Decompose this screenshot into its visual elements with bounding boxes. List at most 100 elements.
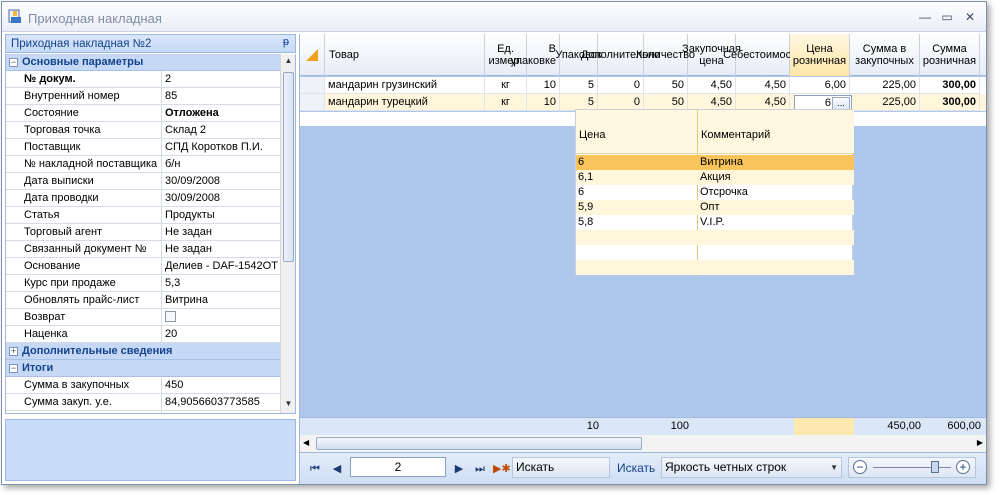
property-row[interactable]: Сумма закуп. у.е. 84,9056603773585: [6, 394, 281, 411]
property-category[interactable]: − Итоги: [6, 360, 281, 377]
column-header[interactable]: Цена розничная: [790, 34, 850, 76]
property-value[interactable]: 5,3: [163, 275, 281, 292]
scroll-left-icon[interactable]: ◀: [303, 438, 309, 447]
property-value[interactable]: СПД Коротков П.И.: [163, 139, 281, 156]
property-row[interactable]: Торговая точка Склад 2: [6, 122, 281, 139]
property-value[interactable]: [163, 309, 281, 326]
property-row[interactable]: Основание Делиев - DAF-1542OT: [6, 258, 281, 275]
property-row[interactable]: Связанный документ № Не задан: [6, 241, 281, 258]
property-value[interactable]: Не задан: [163, 224, 281, 241]
scroll-up-icon[interactable]: ▲: [283, 56, 294, 68]
property-value[interactable]: 2: [163, 71, 281, 88]
table-cell[interactable]: 50: [644, 77, 688, 94]
row-indicator[interactable]: [300, 94, 325, 111]
property-row[interactable]: Дата проводки 30/09/2008: [6, 190, 281, 207]
page-input[interactable]: 2: [350, 457, 446, 477]
table-cell[interactable]: 4,50: [736, 77, 790, 94]
property-value[interactable]: Витрина: [163, 292, 281, 309]
pin-icon[interactable]: ᵽ: [283, 36, 289, 48]
property-category[interactable]: + Дополнительные сведения: [6, 343, 281, 360]
new-record-icon[interactable]: ▶✱: [493, 462, 511, 476]
grid-hscrollbar[interactable]: ◀ ▶: [300, 435, 986, 452]
property-row[interactable]: Внутренний номер 85: [6, 88, 281, 105]
table-cell[interactable]: 4,50: [688, 77, 736, 94]
column-header[interactable]: Сумма розничная: [920, 34, 980, 76]
prev-record-icon[interactable]: ◀: [330, 462, 344, 476]
property-row[interactable]: Наценка 20: [6, 326, 281, 343]
search-input[interactable]: Искать: [512, 457, 610, 478]
scroll-right-icon[interactable]: ▶: [977, 438, 983, 447]
row-style-combo[interactable]: Яркость четных строк ▼: [661, 457, 842, 478]
table-cell[interactable]: 6,00: [790, 77, 850, 94]
close-icon[interactable]: ✕: [962, 9, 978, 25]
row-indicator[interactable]: [300, 77, 325, 94]
property-row[interactable]: Статья Продукты: [6, 207, 281, 224]
zoom-slider[interactable]: − +: [848, 457, 976, 478]
minimize-icon[interactable]: —: [917, 9, 933, 25]
price-option[interactable]: 5,9 Опт: [576, 200, 854, 215]
scroll-down-icon[interactable]: ▼: [283, 399, 294, 411]
column-header[interactable]: Сумма в закупочных: [850, 34, 920, 76]
property-row[interactable]: № докум. 2: [6, 71, 281, 88]
property-value[interactable]: [163, 411, 281, 413]
zoom-knob[interactable]: [931, 461, 939, 473]
table-cell[interactable]: мандарин турецкий: [325, 94, 485, 111]
property-value[interactable]: 30/09/2008: [163, 173, 281, 190]
zoom-out-icon[interactable]: −: [853, 460, 867, 474]
table-row[interactable]: мандарин грузинский кг 10 5 0 50 4,50 4,50 6,00 2…: [300, 77, 986, 94]
table-cell[interactable]: кг: [485, 77, 527, 94]
table-cell[interactable]: 10: [527, 77, 560, 94]
zoom-in-icon[interactable]: +: [956, 460, 970, 474]
property-row[interactable]: Состояние Отложена: [6, 105, 281, 122]
next-record-icon[interactable]: ▶: [452, 462, 466, 476]
property-row[interactable]: [6, 411, 281, 413]
first-record-icon[interactable]: ⏮: [308, 462, 322, 476]
price-option[interactable]: 6 Витрина: [576, 155, 854, 170]
price-option[interactable]: 6 Отсрочка: [576, 185, 854, 200]
price-option[interactable]: 5,8 V.I.P.: [576, 215, 854, 230]
property-row[interactable]: Поставщик СПД Коротков П.И.: [6, 139, 281, 156]
property-category[interactable]: − Основные параметры: [6, 54, 281, 71]
property-row[interactable]: Возврат: [6, 309, 281, 326]
property-value[interactable]: Отложена: [163, 105, 281, 122]
table-cell[interactable]: 10: [527, 94, 560, 111]
column-header[interactable]: Себестоимость: [723, 34, 802, 76]
property-row[interactable]: Курс при продаже 5,3: [6, 275, 281, 292]
property-value[interactable]: 30/09/2008: [163, 190, 281, 207]
expand-toggle-icon[interactable]: +: [9, 347, 18, 356]
property-scrollbar[interactable]: ▲ ▼: [280, 54, 295, 413]
expand-toggle-icon[interactable]: −: [9, 58, 18, 67]
property-row[interactable]: Дата выписки 30/09/2008: [6, 173, 281, 190]
property-value[interactable]: Не задан: [163, 241, 281, 258]
property-value[interactable]: Склад 2: [163, 122, 281, 139]
scroll-thumb[interactable]: [283, 72, 294, 262]
property-value[interactable]: Продукты: [163, 207, 281, 224]
row-indicator-header[interactable]: [300, 34, 325, 76]
table-cell[interactable]: 5: [560, 77, 598, 94]
expand-toggle-icon[interactable]: −: [9, 364, 18, 373]
property-value[interactable]: 85: [163, 88, 281, 105]
last-record-icon[interactable]: ⏭: [473, 462, 487, 476]
table-cell[interactable]: 225,00: [850, 94, 920, 111]
property-value[interactable]: 20: [163, 326, 281, 343]
property-row[interactable]: Торговый агент Не задан: [6, 224, 281, 241]
property-value[interactable]: 450: [163, 377, 281, 394]
table-cell[interactable]: 0: [598, 77, 644, 94]
property-row[interactable]: Обновлять прайс-лист Витрина: [6, 292, 281, 309]
maximize-icon[interactable]: ▭: [939, 9, 955, 25]
property-value[interactable]: Делиев - DAF-1542OT: [163, 258, 281, 275]
search-button[interactable]: Искать: [617, 461, 655, 475]
table-cell[interactable]: 300,00: [920, 77, 980, 94]
property-row[interactable]: Сумма в закупочных 450: [6, 377, 281, 394]
table-cell[interactable]: мандарин грузинский: [325, 77, 485, 94]
property-value[interactable]: б/н: [163, 156, 281, 173]
price-option[interactable]: 6,1 Акция: [576, 170, 854, 185]
table-cell[interactable]: 225,00: [850, 77, 920, 94]
column-header[interactable]: Товар: [325, 34, 485, 76]
return-checkbox[interactable]: [165, 311, 176, 322]
property-value[interactable]: 84,9056603773585: [163, 394, 281, 411]
table-cell[interactable]: 300,00: [920, 94, 980, 111]
chevron-down-icon[interactable]: ▼: [830, 458, 838, 477]
table-cell[interactable]: кг: [485, 94, 527, 111]
hscroll-thumb[interactable]: [316, 437, 642, 450]
